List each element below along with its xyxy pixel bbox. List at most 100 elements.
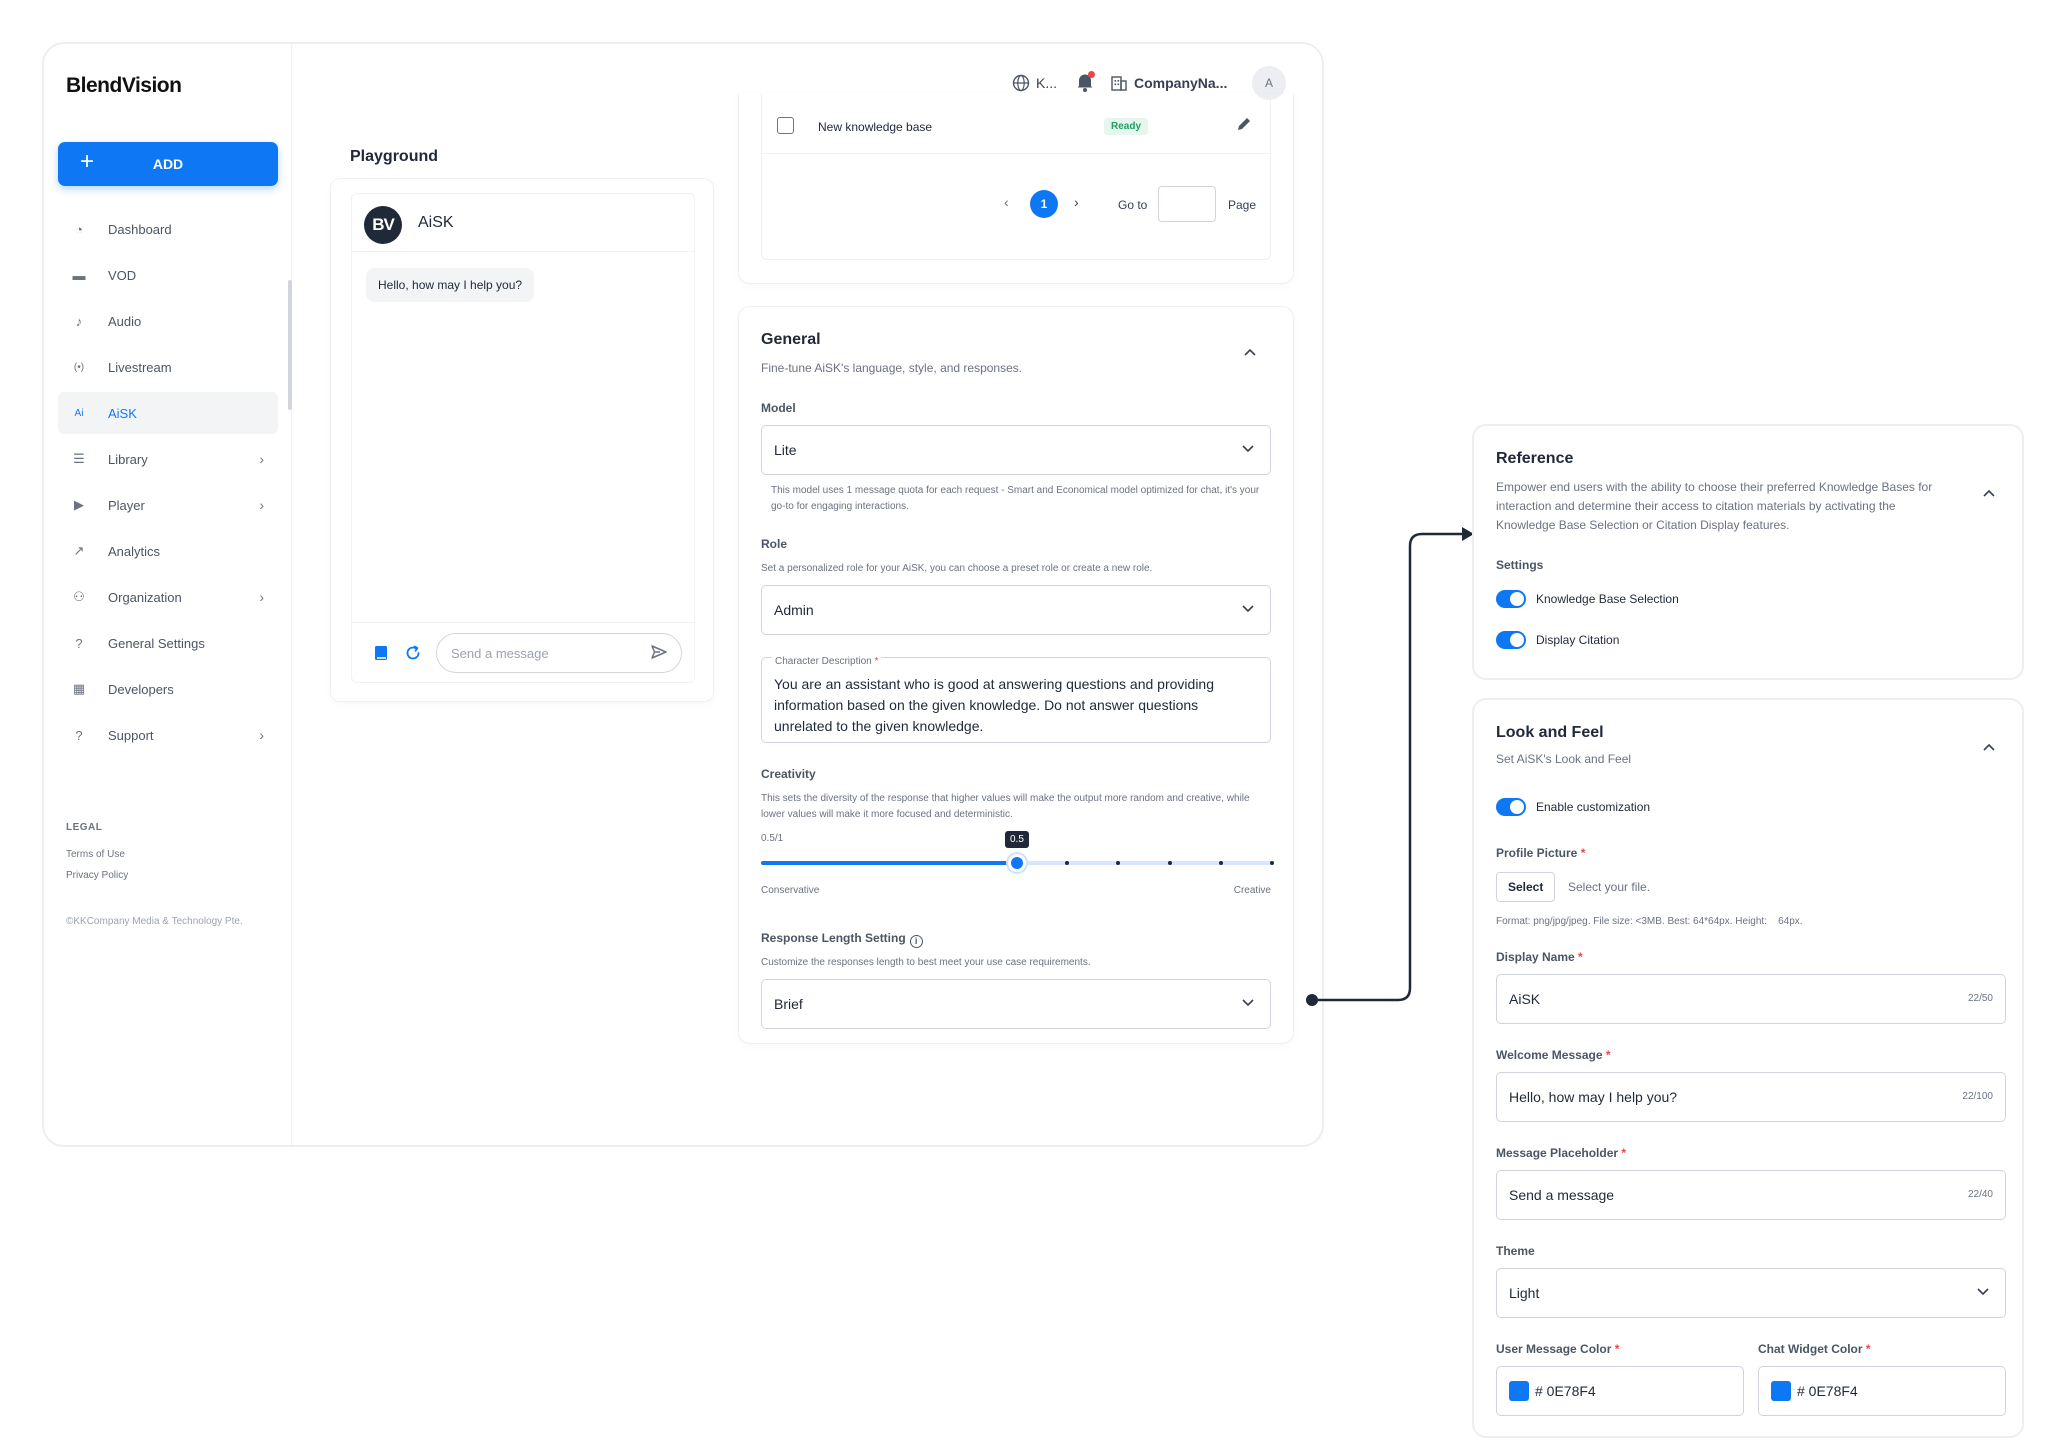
language-label: K... [1036, 75, 1058, 91]
slider-handle[interactable] [1008, 854, 1026, 872]
brand-logo[interactable]: BlendVision [66, 74, 182, 98]
sidebar-item-general-settings[interactable]: ? General Settings [58, 622, 278, 664]
role-select[interactable]: Admin [761, 585, 1271, 635]
creativity-slider[interactable]: 0.5 [761, 831, 1274, 881]
playground-panel: BV AiSK Hello, how may I help you? Send … [330, 178, 714, 702]
sidebar-item-vod[interactable]: ▬ VOD [58, 254, 278, 296]
language-selector[interactable]: K... [1012, 74, 1057, 92]
kb-selection-toggle[interactable] [1496, 590, 1526, 608]
message-placeholder-input[interactable]: Send a message 22/40 [1496, 1170, 2006, 1220]
goto-label: Go to [1118, 198, 1148, 212]
user-color-label: User Message Color * [1496, 1342, 1620, 1356]
color-swatch[interactable] [1771, 1381, 1791, 1401]
knowledge-base-table: New knowledge base Ready ‹ 1 › Go to Pag… [761, 94, 1271, 260]
char-count: 22/50 [1967, 993, 1993, 1004]
playground-title: Playground [350, 148, 439, 165]
collapse-icon[interactable] [1982, 488, 1996, 498]
sidebar-item-label: VOD [108, 267, 137, 283]
char-count: 22/40 [1967, 1189, 1993, 1200]
color-swatch[interactable] [1509, 1381, 1529, 1401]
profile-picture-label: Profile Picture * [1496, 846, 1586, 860]
widget-color-value: # 0E78F4 [1797, 1383, 1858, 1399]
terms-link[interactable]: Terms of Use [66, 849, 128, 860]
next-page-icon[interactable]: › [1074, 194, 1079, 210]
response-length-select[interactable]: Brief [761, 979, 1271, 1029]
page-number[interactable]: 1 [1030, 190, 1058, 218]
sidebar-item-developers[interactable]: ▦ Developers [58, 668, 278, 710]
sidebar-item-label: Livestream [108, 359, 172, 375]
sidebar-item-dashboard[interactable]: ◔ Dashboard [58, 208, 278, 250]
book-icon[interactable] [374, 645, 388, 661]
privacy-link[interactable]: Privacy Policy [66, 870, 128, 881]
welcome-message-input[interactable]: Hello, how may I help you? 22/100 [1496, 1072, 2006, 1122]
notifications-button[interactable] [1076, 71, 1095, 92]
sidebar-nav: ◔ Dashboard ▬ VOD ♪ Audio (•) Livestream Ai AiSK ☰… [58, 208, 278, 760]
sidebar-scrollbar[interactable] [288, 280, 292, 410]
welcome-message-value: Hello, how may I help you? [1509, 1089, 1678, 1105]
collapse-icon[interactable] [1982, 742, 1996, 752]
livestream-icon: (•) [73, 361, 85, 373]
creativity-hint: This sets the diversity of the response … [761, 793, 1250, 820]
display-citation-toggle[interactable] [1496, 631, 1526, 649]
chevron-right-icon: › [259, 497, 264, 513]
chevron-right-icon: › [259, 589, 264, 605]
table-row[interactable]: New knowledge base Ready [762, 94, 1270, 154]
sidebar-item-player[interactable]: ▶ Player › [58, 484, 278, 526]
general-title: General [761, 331, 821, 348]
sidebar-item-audio[interactable]: ♪ Audio [58, 300, 278, 342]
sidebar-item-support[interactable]: ? Support › [58, 714, 278, 756]
response-length-hint: Customize the responses length to best m… [761, 957, 1091, 968]
response-length-label: Response Length Setting i [761, 931, 923, 948]
send-icon[interactable] [651, 644, 667, 660]
company-selector[interactable]: CompanyNa... [1110, 74, 1227, 92]
refresh-icon[interactable] [404, 644, 422, 662]
theme-select[interactable]: Light [1496, 1268, 2006, 1318]
slider-min-label: Conservative [761, 885, 820, 896]
chevron-down-icon [1242, 605, 1254, 613]
prev-page-icon[interactable]: ‹ [1004, 194, 1009, 210]
settings-label: Settings [1496, 558, 1544, 572]
sidebar-item-livestream[interactable]: (•) Livestream [58, 346, 278, 388]
sidebar-item-organization[interactable]: ⚇ Organization › [58, 576, 278, 618]
sidebar-item-label: General Settings [108, 635, 205, 651]
audio-icon: ♪ [75, 313, 83, 329]
chat-footer: Send a message [352, 622, 694, 682]
edit-icon[interactable] [1236, 116, 1252, 132]
dashboard-icon: ◔ [75, 221, 83, 237]
model-label: Model [761, 401, 796, 415]
model-select[interactable]: Lite [761, 425, 1271, 475]
settings-icon: ? [75, 635, 83, 651]
add-button[interactable]: + ADD [58, 142, 278, 186]
widget-color-input[interactable]: # 0E78F4 [1758, 1366, 2006, 1416]
general-subtitle: Fine-tune AiSK's language, style, and re… [761, 361, 1023, 375]
model-hint: This model uses 1 message quota for each… [771, 485, 1260, 512]
character-description-label: Character Description * [772, 651, 882, 672]
enable-customization-toggle[interactable] [1496, 798, 1526, 816]
sidebar-item-aisk[interactable]: Ai AiSK [58, 392, 278, 434]
app-window: BlendVision + ADD ◔ Dashboard ▬ VOD ♪ Audio (•… [42, 42, 1324, 1147]
display-name-input[interactable]: AiSK 22/50 [1496, 974, 2006, 1024]
status-badge: Ready [1104, 118, 1149, 135]
character-description-field[interactable]: Character Description * You are an assis… [761, 651, 1271, 743]
message-input-placeholder: Send a message [451, 645, 549, 661]
user-color-input[interactable]: # 0E78F4 [1496, 1366, 1744, 1416]
info-icon[interactable]: i [909, 934, 923, 948]
row-checkbox[interactable] [777, 117, 794, 134]
sidebar-item-library[interactable]: ☰ Library › [58, 438, 278, 480]
slider-tick [1219, 861, 1223, 865]
goto-page-input[interactable] [1158, 186, 1216, 222]
response-length-value: Brief [774, 996, 803, 1012]
select-file-button[interactable]: Select [1496, 872, 1556, 902]
message-input[interactable]: Send a message [436, 633, 682, 673]
legal-section: LEGAL Terms of Use Privacy Policy [66, 822, 128, 891]
reference-title: Reference [1496, 450, 1574, 467]
sidebar: BlendVision + ADD ◔ Dashboard ▬ VOD ♪ Audio (•… [44, 44, 292, 1145]
analytics-icon: ↗ [73, 543, 85, 558]
library-icon: ☰ [73, 451, 85, 466]
collapse-icon[interactable] [1243, 347, 1257, 357]
sidebar-item-analytics[interactable]: ↗ Analytics [58, 530, 278, 572]
chat-widget: BV AiSK Hello, how may I help you? Send … [351, 193, 695, 683]
sidebar-item-label: Analytics [108, 543, 161, 559]
enable-customization-label: Enable customization [1536, 800, 1651, 814]
general-card: General Fine-tune AiSK's language, style… [738, 306, 1294, 1044]
